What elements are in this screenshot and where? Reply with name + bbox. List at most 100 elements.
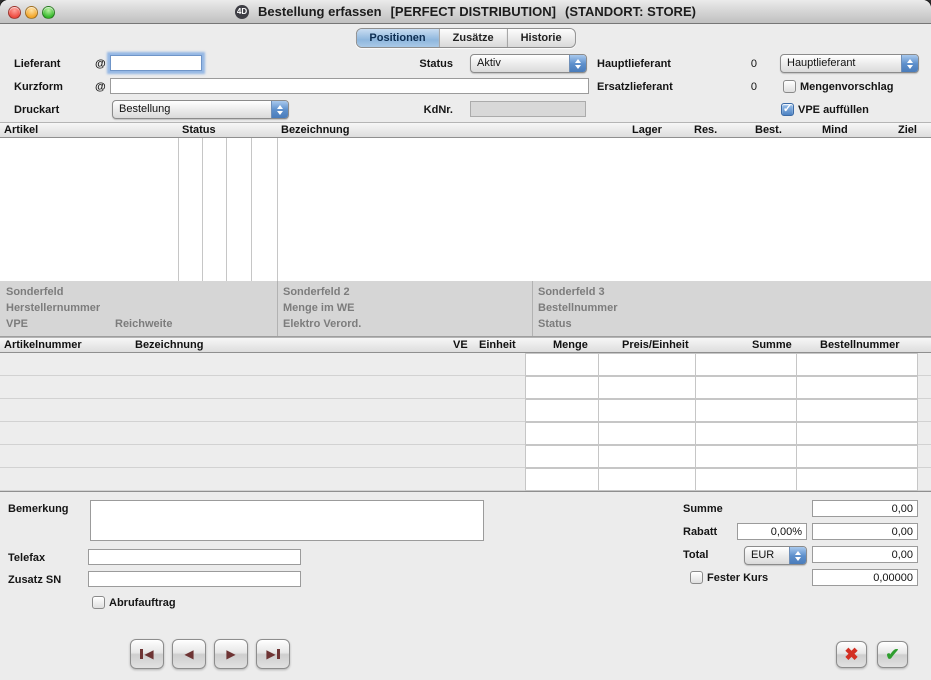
detail-info-panel: Sonderfeld Herstellernummer VPE Reichwei… (0, 281, 931, 337)
cell-divider (598, 377, 599, 398)
previous-record-button[interactable]: ◀ (172, 639, 206, 669)
arrow-right-icon: ▶ (226, 648, 235, 660)
window-title-text: Bestellung erfassen (258, 4, 382, 19)
column-artikel: Artikel (4, 124, 38, 136)
column-menge: Menge (553, 339, 588, 351)
sonderfeld3-label: Sonderfeld 3 (538, 286, 605, 298)
table-row[interactable] (0, 353, 931, 376)
column-preis-einheit: Preis/Einheit (622, 339, 689, 351)
cell-divider (695, 354, 696, 375)
row-entry-cells[interactable] (525, 422, 918, 445)
kurzform-label: Kurzform (14, 81, 63, 93)
article-list-body[interactable] (0, 138, 931, 281)
table-row[interactable] (0, 376, 931, 399)
column-lager: Lager (632, 124, 662, 136)
tab-zusaetze-label: Zusätze (453, 32, 494, 44)
tab-historie[interactable]: Historie (508, 29, 575, 47)
lieferant-label: Lieferant (14, 58, 60, 70)
cancel-x-icon: ✖ (844, 646, 858, 663)
column-res: Res. (694, 124, 717, 136)
column-mind: Mind (822, 124, 848, 136)
mengenvorschlag-checkbox[interactable] (783, 80, 796, 93)
kurzform-wildcard: @ (95, 81, 106, 93)
window-title: 4D Bestellung erfassen [PERFECT DISTRIBU… (0, 4, 931, 19)
title-bar[interactable]: 4D Bestellung erfassen [PERFECT DISTRIBU… (0, 0, 931, 24)
status-select[interactable]: Aktiv (470, 54, 587, 73)
first-record-button[interactable]: ◀ (130, 639, 164, 669)
column-einheit: Einheit (479, 339, 516, 351)
cell-divider (695, 423, 696, 444)
vpe-auffuellen-checkbox[interactable]: ✓ (781, 103, 794, 116)
next-record-button[interactable]: ▶ (214, 639, 248, 669)
sonderfeld-label: Sonderfeld (6, 286, 63, 298)
last-record-button[interactable]: ▶ (256, 639, 290, 669)
cell-divider (695, 446, 696, 467)
column-divider (202, 138, 203, 281)
cell-divider (796, 400, 797, 421)
kdnr-input (470, 101, 586, 117)
popup-arrows-icon (569, 55, 586, 72)
total-value: 0,00 (812, 546, 918, 563)
tab-bar: Positionen Zusätze Historie (355, 28, 575, 48)
rabatt-percent-input[interactable]: 0,00% (737, 523, 807, 540)
kdnr-label: KdNr. (395, 104, 453, 116)
hauptlieferant-selected-value: Hauptlieferant (781, 55, 901, 72)
accept-button[interactable]: ✔ (877, 641, 908, 668)
cell-divider (695, 377, 696, 398)
section-divider (0, 491, 931, 492)
cell-divider (695, 469, 696, 490)
table-row[interactable] (0, 445, 931, 468)
tab-historie-label: Historie (521, 32, 562, 44)
popup-arrows-icon (901, 55, 918, 72)
lieferant-input[interactable] (110, 55, 202, 71)
druckart-select[interactable]: Bestellung (112, 100, 289, 119)
row-entry-cells[interactable] (525, 376, 918, 399)
popup-arrows-icon (789, 547, 806, 564)
table-row[interactable] (0, 399, 931, 422)
vpe-label: VPE (6, 318, 28, 330)
currency-select[interactable]: EUR (744, 546, 807, 565)
column-ziel: Ziel (898, 124, 917, 136)
cell-divider (796, 354, 797, 375)
table-row[interactable] (0, 422, 931, 445)
window-title-database: [PERFECT DISTRIBUTION] (391, 4, 556, 19)
tab-positionen[interactable]: Positionen (356, 29, 439, 47)
table-row[interactable] (0, 468, 931, 491)
row-entry-cells[interactable] (525, 353, 918, 376)
rabatt-value: 0,00 (812, 523, 918, 540)
row-entry-cells[interactable] (525, 445, 918, 468)
status-info-label: Status (538, 318, 572, 330)
abrufauftrag-checkbox[interactable] (92, 596, 105, 609)
row-entry-cells[interactable] (525, 468, 918, 491)
summe-value: 0,00 (812, 500, 918, 517)
cell-divider (695, 400, 696, 421)
cancel-button[interactable]: ✖ (836, 641, 867, 668)
panel-divider (532, 281, 533, 336)
ersatzlieferant-label: Ersatzlieferant (597, 81, 673, 93)
tab-zusaetze[interactable]: Zusätze (440, 29, 508, 47)
hauptlieferant-select[interactable]: Hauptlieferant (780, 54, 919, 73)
menge-im-we-label: Menge im WE (283, 302, 355, 314)
row-entry-cells[interactable] (525, 399, 918, 422)
order-entry-window: 4D Bestellung erfassen [PERFECT DISTRIBU… (0, 0, 931, 680)
4d-app-icon: 4D (235, 5, 249, 19)
window-title-location: (STANDORT: STORE) (565, 4, 696, 19)
kurzform-input[interactable] (110, 78, 589, 94)
herstellernummer-label: Herstellernummer (6, 302, 100, 314)
column-artikelnummer: Artikelnummer (4, 339, 82, 351)
first-record-icon (140, 649, 143, 659)
position-table-body (0, 353, 931, 491)
cell-divider (796, 446, 797, 467)
fester-kurs-checkbox[interactable] (690, 571, 703, 584)
druckart-label: Druckart (14, 104, 59, 116)
reichweite-label: Reichweite (115, 318, 172, 330)
accept-check-icon: ✔ (885, 646, 899, 663)
bemerkung-textarea[interactable] (90, 500, 484, 541)
telefax-input[interactable] (88, 549, 301, 565)
vpe-auffuellen-label: VPE auffüllen (798, 104, 869, 116)
cell-divider (796, 423, 797, 444)
ersatzlieferant-count: 0 (700, 81, 757, 93)
zusatz-sn-input[interactable] (88, 571, 301, 587)
cell-divider (796, 377, 797, 398)
fester-kurs-value[interactable]: 0,00000 (812, 569, 918, 586)
